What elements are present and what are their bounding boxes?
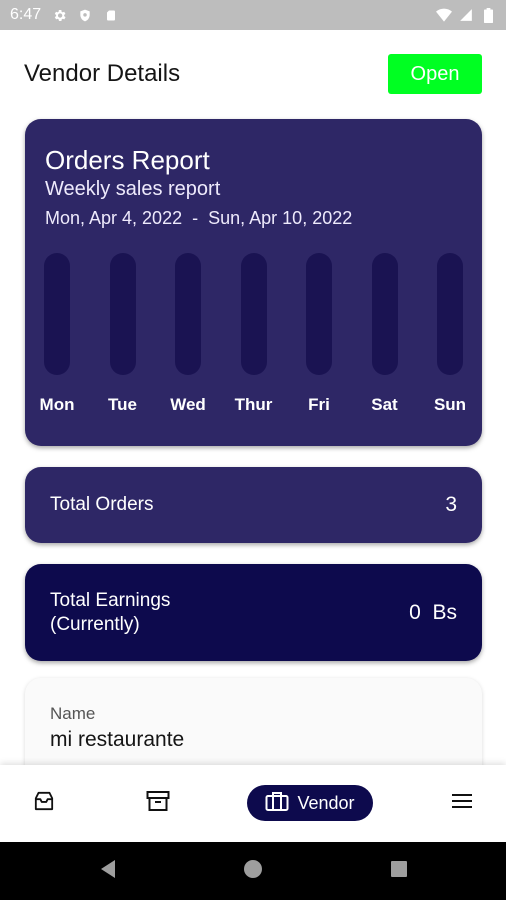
nav-menu[interactable] xyxy=(442,765,482,842)
app-bar: Vendor Details Open xyxy=(0,30,506,118)
wifi-icon xyxy=(436,7,452,23)
status-time: 6:47 xyxy=(10,6,42,23)
chart-bar-column: Tue xyxy=(91,253,155,415)
bottom-navigation: Vendor xyxy=(0,765,506,842)
total-orders-label: Total Orders xyxy=(50,494,154,515)
report-title: Orders Report xyxy=(45,145,210,175)
chart-bar-column: Thur xyxy=(222,253,286,415)
report-date-range: Mon, Apr 4, 2022 - Sun, Apr 10, 2022 xyxy=(45,205,462,231)
total-earnings-value: 0 Bs xyxy=(409,600,457,624)
range-start: Mon, Apr 4, 2022 xyxy=(45,208,183,228)
archive-icon xyxy=(146,790,170,817)
gear-icon xyxy=(51,7,67,23)
chart-bar-column: Sat xyxy=(353,253,417,415)
battery-icon xyxy=(480,7,496,23)
chart-bar-column: Mon xyxy=(25,253,89,415)
briefcase-icon xyxy=(265,790,289,817)
report-subtitle: Weekly sales report xyxy=(45,178,221,200)
chart-bar-column: Sun xyxy=(418,253,482,415)
chart-bar-track xyxy=(306,253,332,375)
shield-icon xyxy=(77,7,93,23)
inbox-icon xyxy=(33,791,55,816)
chart-tick-label: Wed xyxy=(170,395,206,414)
chart-bar-track xyxy=(44,253,70,375)
chart-tick-label: Thur xyxy=(234,395,273,414)
range-end: Sun, Apr 10, 2022 xyxy=(208,208,353,228)
recents-icon xyxy=(390,860,408,883)
chart-bar-track xyxy=(109,253,136,375)
range-separator: - xyxy=(192,208,199,228)
chart-tick-label: Fri xyxy=(308,395,330,414)
back-icon xyxy=(99,859,117,884)
total-earnings-card: Total Earnings (Currently) 0 Bs xyxy=(25,564,482,661)
chart-bar-column: Wed xyxy=(156,253,220,415)
total-earnings-label-line1: Total Earnings xyxy=(50,589,171,611)
home-button[interactable] xyxy=(235,842,271,900)
status-bar: 6:47 xyxy=(0,0,506,30)
total-earnings-label-line2: (Currently) xyxy=(50,613,140,635)
total-earnings-label: Total Earnings (Currently) xyxy=(50,589,170,637)
nav-vendor[interactable]: Vendor xyxy=(247,785,373,821)
nav-orders[interactable] xyxy=(24,765,64,842)
vendor-name-value: mi restaurante xyxy=(50,728,185,751)
back-button[interactable] xyxy=(90,842,126,900)
page-title: Vendor Details xyxy=(24,60,181,87)
chart-bar-track xyxy=(240,253,267,375)
home-icon xyxy=(243,859,263,884)
chart-bar-column: Fri xyxy=(287,253,351,415)
sd-card-icon xyxy=(103,7,119,23)
weekly-sales-chart: Mon Tue Wed Thur Fri Sat Sun xyxy=(25,253,482,423)
chart-bar-track xyxy=(175,253,201,375)
recents-button[interactable] xyxy=(381,842,417,900)
chart-tick-label: Sun xyxy=(433,395,467,414)
chart-tick-label: Mon xyxy=(39,395,75,414)
chart-tick-label: Sat xyxy=(371,395,398,414)
vendor-name-label: Name xyxy=(50,704,96,723)
chart-bar-track xyxy=(437,253,463,375)
nav-vendor-label: Vendor xyxy=(297,792,355,813)
chart-bar-track xyxy=(371,253,398,375)
total-orders-card: Total Orders 3 xyxy=(25,467,482,543)
signal-icon xyxy=(458,7,474,23)
total-orders-value: 3 xyxy=(445,493,457,516)
menu-icon xyxy=(451,792,473,815)
open-status-button[interactable]: Open xyxy=(388,54,482,94)
system-navigation-bar xyxy=(0,842,506,900)
orders-report-card: Orders Report Weekly sales report Mon, A… xyxy=(25,119,482,446)
chart-tick-label: Tue xyxy=(108,395,137,414)
nav-archive[interactable] xyxy=(138,765,178,842)
